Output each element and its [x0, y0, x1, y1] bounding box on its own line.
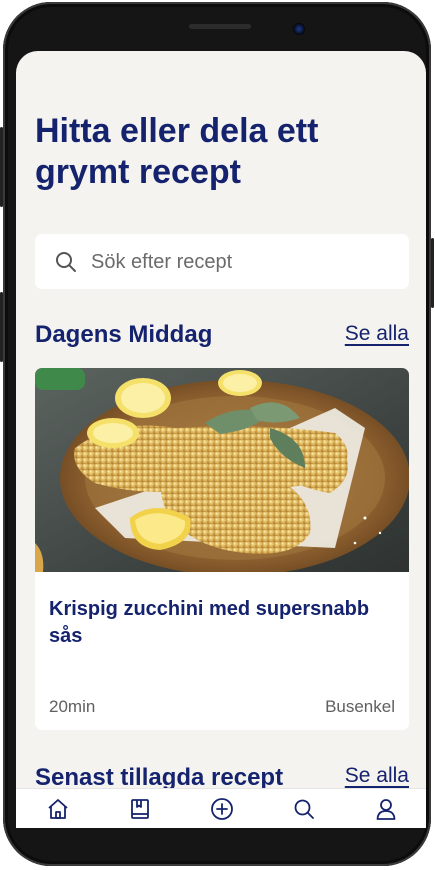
front-camera — [293, 23, 305, 35]
see-all-dinner-link[interactable]: Se alla — [345, 322, 409, 346]
search-placeholder: Sök efter recept — [91, 251, 233, 273]
search-icon[interactable] — [292, 797, 316, 821]
recipe-time: 20min — [49, 697, 96, 716]
search-input[interactable]: Sök efter recept — [35, 234, 409, 289]
app-screen: Hitta eller dela ett grymt recept Sök ef… — [16, 51, 426, 828]
power-button — [431, 238, 434, 308]
bottom-nav — [16, 788, 426, 828]
earpiece-speaker — [189, 24, 251, 29]
recipe-card[interactable]: Krispig zucchini med supersnabb sås 20mi… — [35, 368, 409, 730]
add-circle-icon[interactable] — [210, 797, 234, 821]
volume-button — [0, 127, 3, 207]
profile-icon[interactable] — [374, 797, 398, 821]
recipe-difficulty: Busenkel — [325, 697, 395, 716]
section-title-dinner: Dagens Middag — [35, 321, 213, 348]
search-icon — [56, 252, 76, 272]
recipe-image — [35, 368, 409, 572]
book-icon[interactable] — [128, 797, 152, 821]
home-icon[interactable] — [46, 797, 70, 821]
bixby-button — [0, 292, 3, 362]
page-title: Hitta eller dela ett grymt recept — [35, 112, 319, 191]
recipe-title: Krispig zucchini med supersnabb sås — [49, 598, 370, 647]
phone-frame: Hitta eller dela ett grymt recept Sök ef… — [0, 2, 434, 866]
see-all-recent-link[interactable]: Se alla — [345, 764, 409, 788]
